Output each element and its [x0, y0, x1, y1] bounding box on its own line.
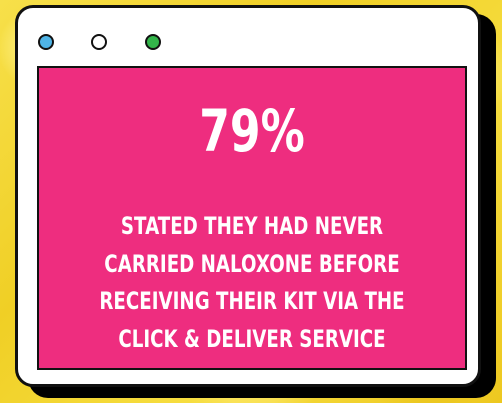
statistic-panel: 79% STATED THEY HAD NEVER CARRIED NALOXO… [37, 66, 467, 370]
description-line-2: CARRIED NALOXONE BEFORE [104, 249, 400, 278]
statistic-description: STATED THEY HAD NEVER CARRIED NALOXONE B… [90, 208, 414, 358]
white-window-control-icon [91, 34, 107, 50]
statistic-value: 79% [199, 97, 305, 165]
description-line-3: RECEIVING THEIR KIT VIA THE [99, 287, 405, 315]
description-line-1: STATED THEY HAD NEVER [120, 212, 384, 240]
green-window-control-icon [145, 34, 161, 50]
browser-window: 79% STATED THEY HAD NEVER CARRIED NALOXO… [15, 5, 481, 387]
description-line-4: CLICK & DELIVER SERVICE [118, 324, 386, 353]
blue-window-control-icon [38, 34, 54, 50]
